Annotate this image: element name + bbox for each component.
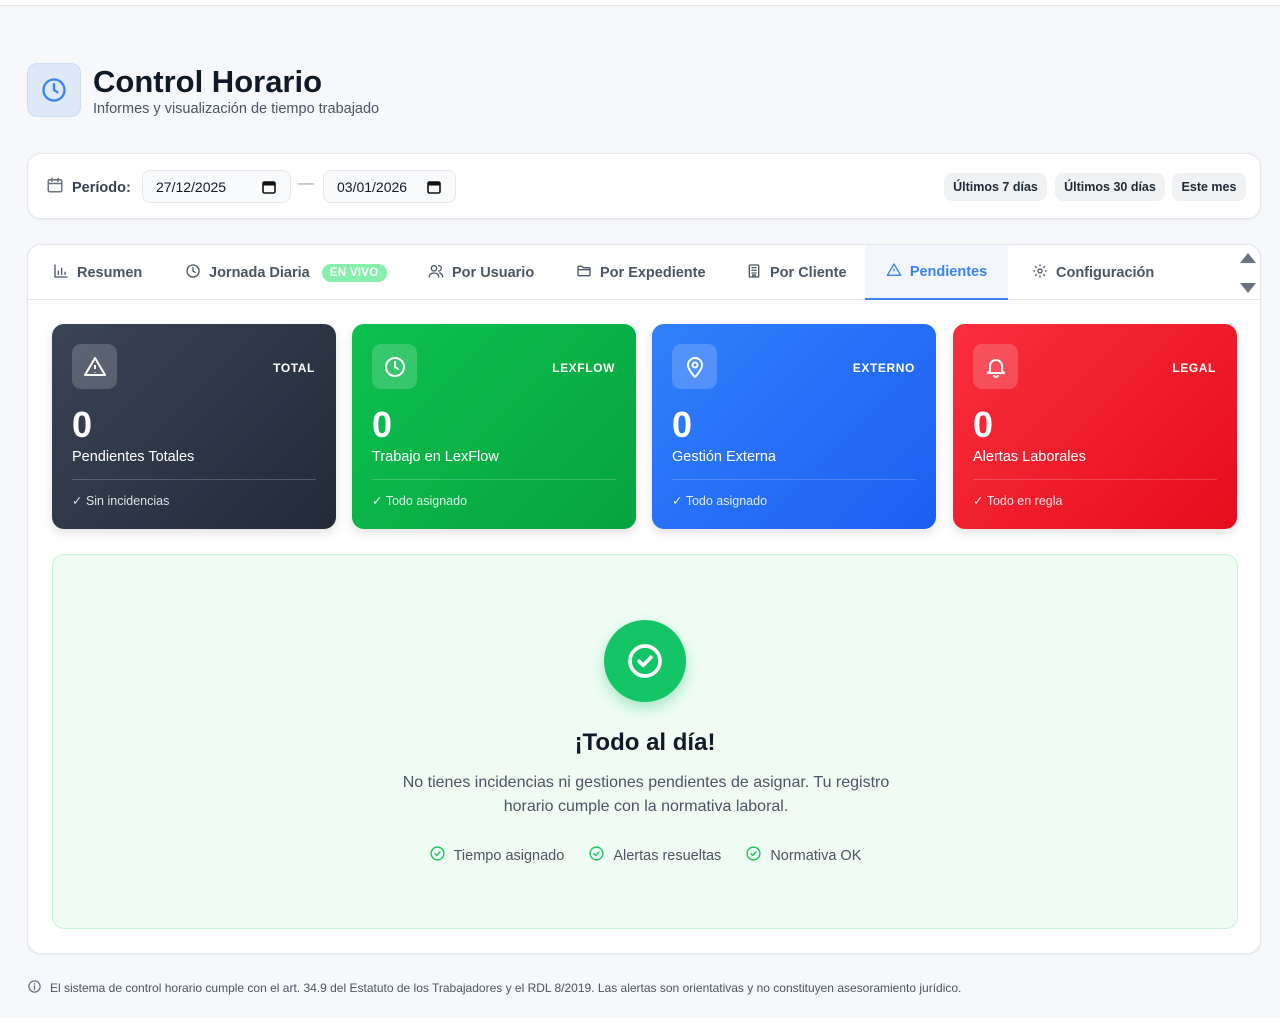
stat-label: Pendientes Totales: [72, 449, 195, 465]
stat-value: 0: [672, 404, 693, 445]
page-title: Control Horario: [93, 63, 323, 99]
warning-icon: [72, 344, 117, 389]
clock-icon: [185, 263, 209, 283]
tab-bar: Resumen Jornada Diaria EN VIVO Por Usuar…: [28, 245, 1260, 300]
tab-por-cliente[interactable]: Por Cliente: [746, 245, 847, 300]
gear-icon: [1032, 263, 1056, 283]
map-pin-icon: [672, 344, 717, 389]
date-from-input[interactable]: 27/12/2025: [142, 170, 291, 203]
all-clear-panel: ¡Todo al día! No tienes incidencias ni g…: [52, 554, 1238, 929]
clock-icon: [372, 344, 417, 389]
info-icon: [27, 979, 50, 997]
tab-label: Pendientes: [909, 263, 988, 280]
tab-scroll-arrows[interactable]: [1240, 253, 1256, 293]
stat-label: Alertas Laborales: [973, 449, 1086, 465]
warning-icon: [886, 262, 910, 282]
check-label: Normativa OK: [770, 847, 862, 864]
last-30-days-button[interactable]: Últimos 30 días: [1055, 173, 1165, 201]
check-item: Tiempo asignado: [429, 845, 565, 866]
check-circle-icon: [429, 845, 454, 866]
period-label-group: Período:: [46, 176, 131, 199]
stat-footer: ✓ Sin incidencias: [72, 494, 170, 508]
divider: [973, 479, 1217, 480]
date-to-value: 03/01/2026: [337, 178, 408, 195]
calendar-picker-icon[interactable]: [262, 180, 276, 197]
tab-por-usuario[interactable]: Por Usuario: [428, 245, 534, 300]
stat-footer: ✓ Todo en regla: [973, 494, 1063, 508]
status-checks: Tiempo asignado Alertas resueltas Normat…: [53, 845, 1237, 866]
date-separator: —: [298, 175, 314, 192]
bar-chart-icon: [53, 263, 77, 283]
tab-por-expediente[interactable]: Por Expediente: [576, 245, 706, 300]
check-item: Normativa OK: [745, 845, 861, 866]
scroll-down-icon[interactable]: [1240, 283, 1256, 293]
stat-tag: EXTERNO: [852, 361, 915, 375]
scroll-up-icon[interactable]: [1240, 253, 1256, 263]
all-clear-title: ¡Todo al día!: [574, 729, 716, 756]
divider: [372, 479, 616, 480]
tab-jornada-diaria[interactable]: Jornada Diaria EN VIVO: [185, 245, 387, 300]
this-month-button[interactable]: Este mes: [1172, 173, 1246, 201]
clock-icon: [27, 63, 81, 117]
stat-label: Gestión Externa: [672, 449, 776, 465]
tab-label: Por Cliente: [770, 264, 847, 281]
stat-tag: LEXFLOW: [552, 361, 615, 375]
tab-resumen[interactable]: Resumen: [53, 245, 142, 300]
divider: [72, 479, 316, 480]
tab-pendientes[interactable]: Pendientes: [865, 245, 1008, 300]
stat-card-legal: LEGAL 0 Alertas Laborales ✓ Todo en regl…: [953, 324, 1237, 529]
stat-card-externo: EXTERNO 0 Gestión Externa ✓ Todo asignad…: [652, 324, 936, 529]
bell-icon: [973, 344, 1018, 389]
tab-label: Configuración: [1056, 264, 1155, 281]
users-icon: [428, 263, 452, 283]
stat-tag: LEGAL: [1172, 361, 1216, 375]
tab-label: Resumen: [77, 264, 143, 281]
stat-tag: TOTAL: [273, 361, 315, 375]
tab-label: Jornada Diaria: [209, 264, 310, 281]
stat-value: 0: [973, 404, 994, 445]
check-circle-icon: [588, 845, 613, 866]
all-clear-message: No tienes incidencias ni gestiones pendi…: [402, 774, 890, 815]
check-label: Alertas resueltas: [613, 847, 722, 864]
stat-footer: ✓ Todo asignado: [372, 494, 468, 508]
date-from-value: 27/12/2025: [156, 178, 227, 195]
legal-footer-note: El sistema de control horario cumple con…: [27, 979, 961, 997]
stat-label: Trabajo en LexFlow: [372, 449, 499, 465]
stat-card-lexflow: LEXFLOW 0 Trabajo en LexFlow ✓ Todo asig…: [352, 324, 636, 529]
period-filter-card: Período: 27/12/2025 — 03/01/2026 Últimos…: [27, 153, 1261, 219]
date-to-input[interactable]: 03/01/2026: [323, 170, 456, 203]
building-icon: [746, 263, 770, 283]
live-badge: EN VIVO: [321, 263, 387, 282]
tab-label: Por Expediente: [600, 264, 706, 281]
calendar-picker-icon[interactable]: [427, 180, 441, 197]
check-label: Tiempo asignado: [453, 847, 565, 864]
period-label: Período:: [72, 179, 131, 196]
stat-value: 0: [72, 404, 93, 445]
tab-label: Por Usuario: [452, 264, 535, 281]
last-7-days-button[interactable]: Últimos 7 días: [944, 173, 1047, 201]
folder-icon: [576, 263, 600, 283]
page-subtitle: Informes y visualización de tiempo traba…: [93, 100, 380, 117]
page-header: Control Horario Informes y visualización…: [27, 63, 379, 117]
check-circle-icon: [604, 620, 686, 702]
stat-card-total: TOTAL 0 Pendientes Totales ✓ Sin inciden…: [52, 324, 336, 529]
check-item: Alertas resueltas: [588, 845, 721, 866]
footer-note-text: El sistema de control horario cumple con…: [50, 981, 962, 995]
stat-footer: ✓ Todo asignado: [672, 494, 768, 508]
calendar-icon: [46, 176, 64, 199]
divider: [672, 479, 916, 480]
reports-card: Resumen Jornada Diaria EN VIVO Por Usuar…: [27, 244, 1261, 954]
stat-value: 0: [372, 404, 393, 445]
top-bar: [0, 0, 1280, 6]
tab-configuracion[interactable]: Configuración: [1032, 245, 1154, 300]
check-circle-icon: [745, 845, 770, 866]
